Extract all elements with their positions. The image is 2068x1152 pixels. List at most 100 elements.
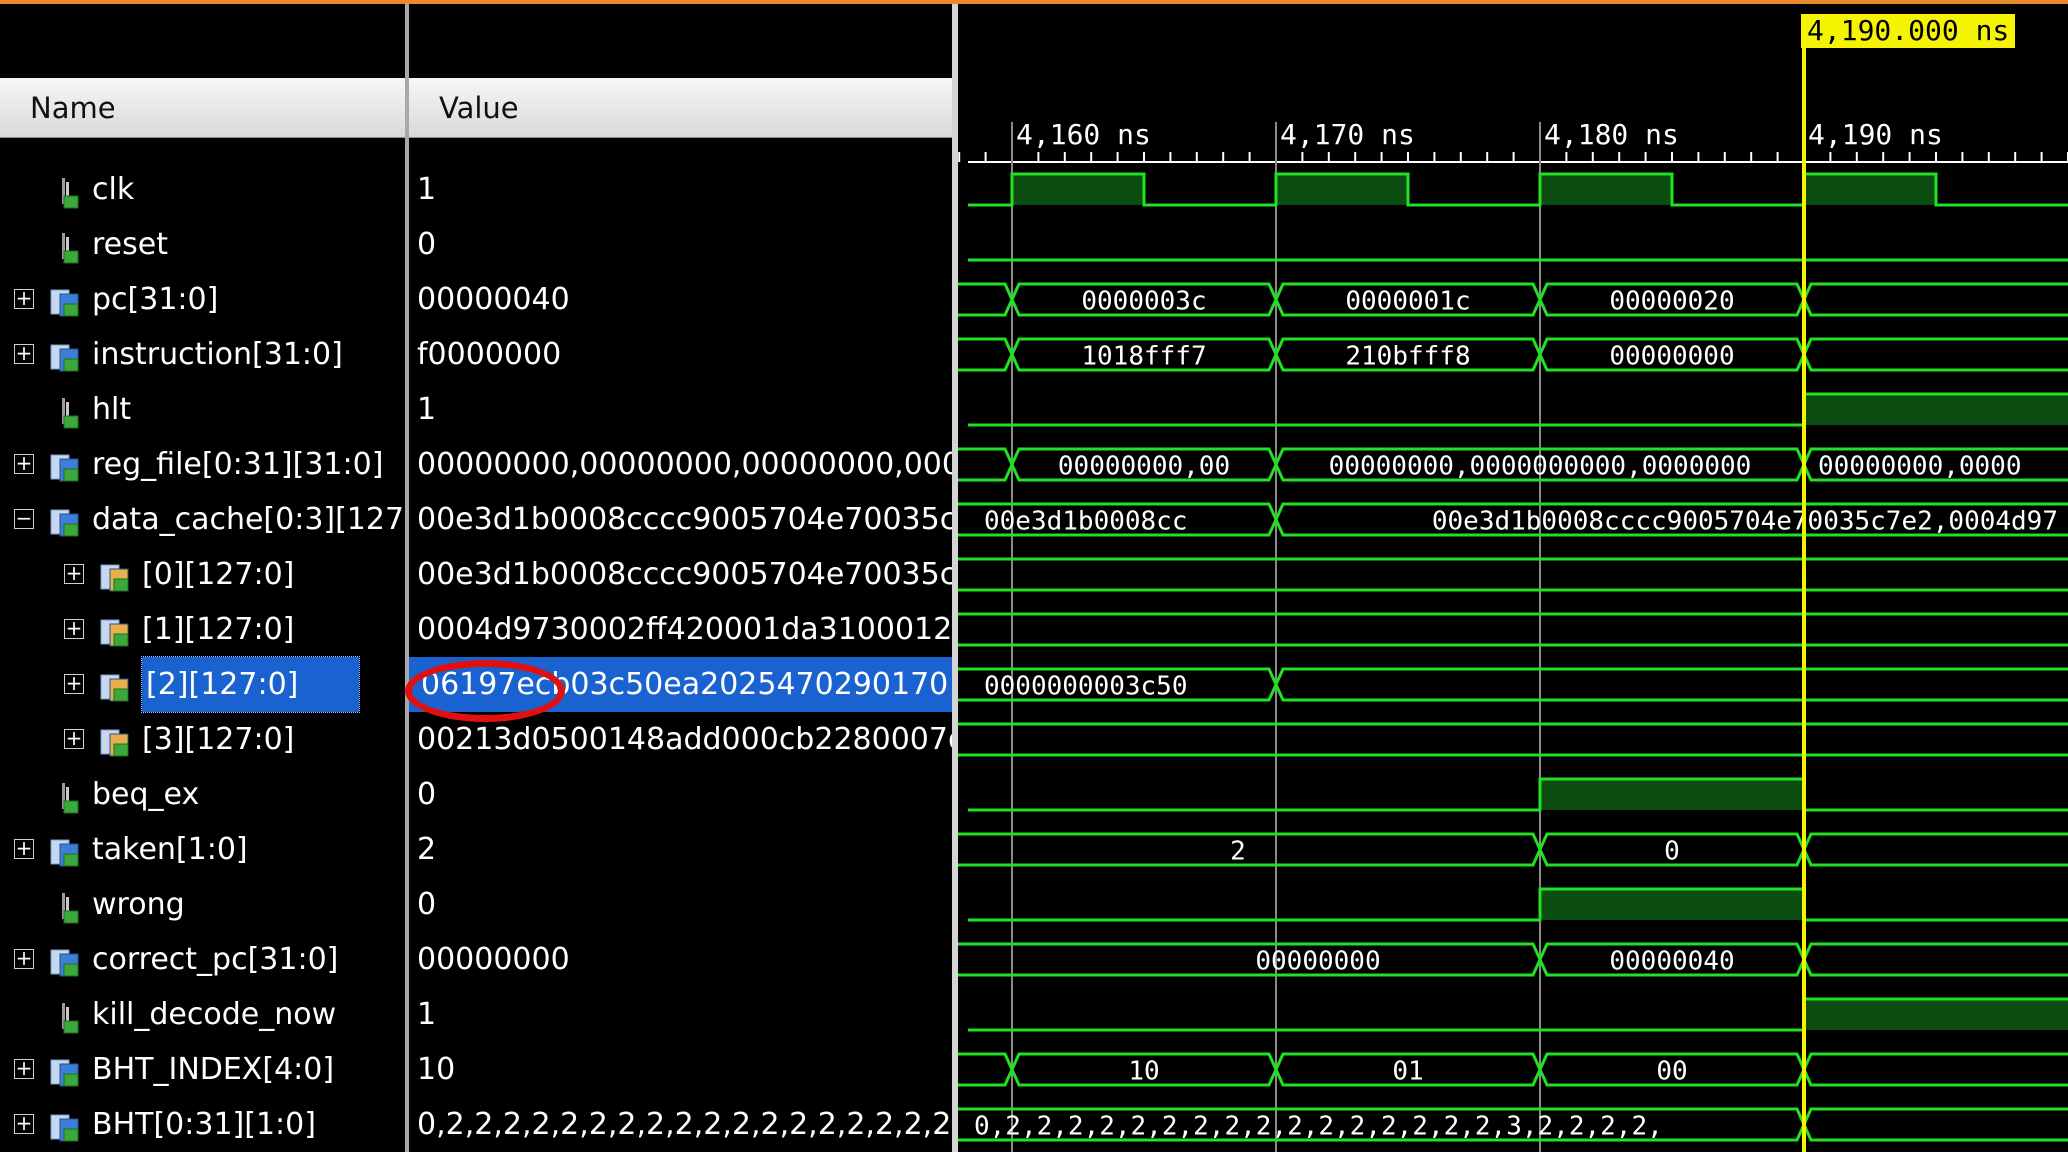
signal-value: 1 <box>417 997 437 1032</box>
expand-icon[interactable]: + <box>64 673 84 694</box>
bus-value-label: 0,2,2,2,2,2,2,2,2,2,2,2,2,2,2,2,2,3,2,2,… <box>974 1112 1663 1142</box>
signal-high-fill <box>1804 394 2068 425</box>
signal-name-panel: Name clk reset + pc[31:0] + instruction[31:0]… <box>0 4 405 1152</box>
bus-signal-icon <box>98 723 132 757</box>
signal-value: f0000000 <box>417 337 562 372</box>
signal-row[interactable]: wrong <box>0 877 405 932</box>
signal-row[interactable]: + [3][127:0] <box>0 712 405 767</box>
bit-waveform <box>968 887 2068 922</box>
signal-value: 00e3d1b0008cccc9005704e70035c7e2 <box>417 557 952 592</box>
signal-high-fill <box>1276 174 1408 205</box>
signal-row[interactable]: reset <box>0 217 405 272</box>
bus-signal-icon <box>48 448 82 482</box>
bus-segment <box>1802 832 2068 867</box>
bus-signal-icon <box>48 1053 82 1087</box>
signal-high-fill <box>1012 174 1144 205</box>
time-tick-label: 4,190 ns <box>1808 118 1943 151</box>
collapse-icon[interactable]: − <box>14 508 34 529</box>
signal-high-fill <box>1804 174 1936 205</box>
bus-value-label: 00000020 <box>1609 287 1734 317</box>
signal-row[interactable]: + BHT_INDEX[4:0] <box>0 1042 405 1097</box>
bus-segment <box>958 557 2068 592</box>
bus-segment <box>1802 1107 2068 1142</box>
bus-signal-icon <box>48 503 82 537</box>
expand-icon[interactable]: + <box>14 838 34 859</box>
value-column-header[interactable]: Value <box>409 78 952 138</box>
bus-segment <box>1802 282 2068 317</box>
bus-value-label: 00e3d1b0008cccc9005704e70035c7e2,0004d97 <box>1432 507 2058 537</box>
signal-value: 2 <box>417 832 437 867</box>
bus-value-label: 2 <box>1230 837 1246 867</box>
signal-value: 00000000,00000000,00000000,00000000 <box>417 447 952 482</box>
bus-segment <box>1274 667 2068 702</box>
cursor-time-label: 4,190.000 ns <box>1801 14 2016 48</box>
logic-signal-icon <box>48 888 82 924</box>
signal-value: 1 <box>417 392 437 427</box>
expand-icon[interactable]: + <box>64 728 84 749</box>
bus-value-label: 00000000,00 <box>1058 452 1230 482</box>
time-tick-label: 4,170 ns <box>1280 118 1415 151</box>
expand-icon[interactable]: + <box>14 1113 34 1134</box>
bus-segment <box>958 1052 1014 1087</box>
bus-signal-icon <box>48 338 82 372</box>
signal-row[interactable]: + BHT[0:31][1:0] <box>0 1097 405 1152</box>
waveform-panel[interactable]: 4,160 ns 4,170 ns 4,180 ns 4,190 ns 0000003c… <box>958 4 2068 1152</box>
time-tick-label: 4,180 ns <box>1544 118 1679 151</box>
value-column-label: Value <box>439 91 519 125</box>
signal-row[interactable]: kill_decode_now <box>0 987 405 1042</box>
bus-signal-icon <box>48 283 82 317</box>
signal-name: pc[31:0] <box>92 282 219 317</box>
name-column-header[interactable]: Name <box>0 78 405 138</box>
bus-signal-icon <box>48 833 82 867</box>
expand-icon[interactable]: + <box>64 563 84 584</box>
signal-name: reset <box>92 227 168 262</box>
logic-signal-icon <box>48 173 82 209</box>
signal-value: 1 <box>417 172 437 207</box>
signal-high-fill <box>1804 999 2068 1030</box>
expand-icon[interactable]: + <box>14 453 34 474</box>
signal-value: 0,2,2,2,2,2,2,2,2,2,2,2,2,2,2,2,2,2,2,2,… <box>417 1107 952 1142</box>
signal-row[interactable]: + instruction[31:0] <box>0 327 405 382</box>
signal-name: reg_file[0:31][31:0] <box>92 447 384 482</box>
signal-name: data_cache[0:3][127:0] <box>92 502 405 537</box>
bus-signal-icon <box>48 943 82 977</box>
signal-high-fill <box>1540 174 1672 205</box>
bus-value-label: 0000001c <box>1345 287 1470 317</box>
bus-value-label: 0000000003c50 <box>984 672 1188 702</box>
signal-row[interactable]: + [2][127:0] <box>0 656 405 713</box>
bus-segment <box>958 282 1014 317</box>
signal-name: [1][127:0] <box>142 612 295 647</box>
signal-row[interactable]: + [0][127:0] <box>0 547 405 602</box>
waveform-canvas[interactable]: 4,160 ns 4,170 ns 4,180 ns 4,190 ns 0000003c… <box>958 4 2068 1152</box>
signal-name: [3][127:0] <box>142 722 295 757</box>
signal-row[interactable]: + reg_file[0:31][31:0] <box>0 437 405 492</box>
expand-icon[interactable]: + <box>14 343 34 364</box>
signal-value-panel: Value 1 0 00000040 f0000000 1 00000000,000000… <box>409 4 952 1152</box>
signal-value: 10 <box>417 1052 456 1087</box>
bus-value-label: 10 <box>1128 1057 1159 1087</box>
signal-row[interactable]: hlt <box>0 382 405 437</box>
logic-signal-icon <box>48 228 82 264</box>
signal-row[interactable]: + taken[1:0] <box>0 822 405 877</box>
signal-row[interactable]: + correct_pc[31:0] <box>0 932 405 987</box>
signal-value: 0 <box>417 887 437 922</box>
signal-row[interactable]: clk <box>0 162 405 217</box>
logic-signal-icon <box>48 998 82 1034</box>
expand-icon[interactable]: + <box>14 288 34 309</box>
signal-row[interactable]: beq_ex <box>0 767 405 822</box>
signal-name: taken[1:0] <box>92 832 248 867</box>
expand-icon[interactable]: + <box>14 1058 34 1079</box>
signal-row[interactable]: − data_cache[0:3][127:0] <box>0 492 405 547</box>
signal-name: BHT_INDEX[4:0] <box>92 1052 335 1087</box>
bus-value-label: 0000003c <box>1081 287 1206 317</box>
signal-row[interactable]: + [1][127:0] <box>0 602 405 657</box>
signal-value: 0 <box>417 777 437 812</box>
signal-name: instruction[31:0] <box>92 337 343 372</box>
expand-icon[interactable]: + <box>64 618 84 639</box>
bus-segment <box>1802 942 2068 977</box>
expand-icon[interactable]: + <box>14 948 34 969</box>
signal-row[interactable]: + pc[31:0] <box>0 272 405 327</box>
bus-value-label: 00000040 <box>1609 947 1734 977</box>
bus-value-label: 00000000 <box>1255 947 1380 977</box>
bus-value-label: 00000000 <box>1609 342 1734 372</box>
